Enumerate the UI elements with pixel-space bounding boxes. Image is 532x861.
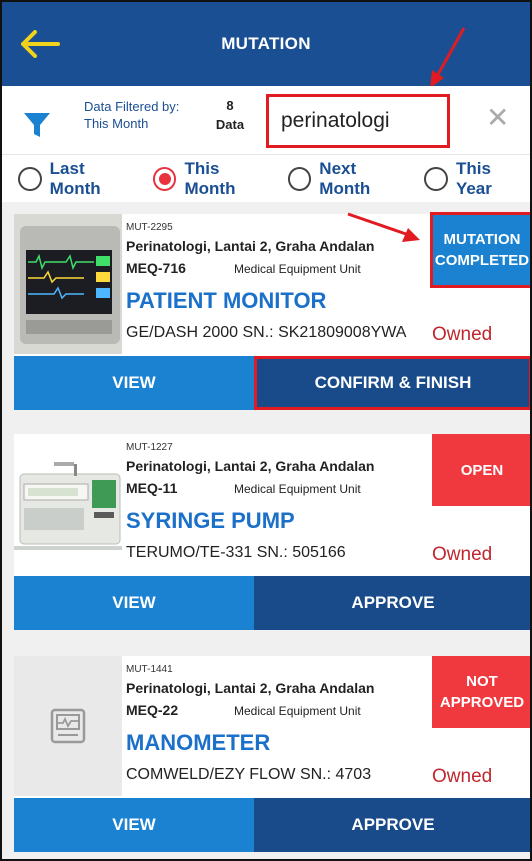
radio-circle-icon: [287, 166, 312, 191]
location-text: Perinatologi, Lantai 2, Graha Andalan: [126, 458, 375, 474]
unit-text: Medical Equipment Unit: [234, 704, 361, 718]
data-count-value: 8: [226, 98, 234, 113]
equipment-name: MANOMETER: [126, 730, 271, 755]
status-badge: NOT APPROVED: [432, 656, 530, 728]
app-header: MUTATION: [2, 2, 530, 88]
radio-circle-icon: [18, 166, 42, 191]
card-actions: VIEW APPROVE: [14, 576, 530, 630]
filter-bar: Data Filtered by: This Month 8 Data ✕: [2, 86, 530, 154]
approve-button[interactable]: APPROVE: [254, 798, 530, 852]
status-line1: MUTATION: [443, 231, 521, 248]
arrow-left-icon: [21, 30, 60, 58]
back-button[interactable]: [18, 24, 62, 64]
device-placeholder-icon: [50, 708, 86, 744]
model-serial-text: TERUMO/TE-331 SN.: 505166: [126, 544, 346, 561]
card-actions: VIEW CONFIRM & FINISH: [14, 356, 530, 410]
syringe-pump-image: [14, 434, 122, 574]
location-text: Perinatologi, Lantai 2, Graha Andalan: [126, 238, 375, 254]
status-badge: MUTATION COMPLETED: [430, 212, 530, 288]
approve-button[interactable]: APPROVE: [254, 576, 530, 630]
card-actions: VIEW APPROVE: [14, 798, 530, 852]
mutation-card[interactable]: MUT-2295 Perinatologi, Lantai 2, Graha A…: [14, 212, 530, 410]
close-icon[interactable]: ✕: [486, 102, 509, 134]
mutation-code: MUT-1441: [126, 664, 173, 675]
status-line2: COMPLETED: [434, 252, 530, 269]
data-count-label: Data: [215, 117, 245, 132]
model-serial-text: COMWELD/EZY FLOW SN.: 4703: [126, 766, 372, 783]
equipment-name: PATIENT MONITOR: [126, 288, 327, 313]
patient-monitor-image: [14, 214, 122, 354]
ownership-text: Owned: [432, 544, 493, 565]
radio-label: This Year: [455, 158, 492, 198]
search-field[interactable]: [266, 94, 450, 148]
radio-label: This Month: [184, 158, 236, 198]
radio-circle-icon: [424, 166, 448, 191]
device-photo: [14, 214, 122, 354]
radio-this-month[interactable]: This Month: [152, 158, 274, 199]
page-title: MUTATION: [221, 34, 311, 53]
status-line2: APPROVED: [439, 694, 525, 711]
equipment-name: SYRINGE PUMP: [126, 508, 295, 533]
equipment-code: MEQ-716: [126, 260, 186, 276]
search-input[interactable]: [281, 109, 447, 133]
confirm-finish-button[interactable]: CONFIRM & FINISH: [254, 356, 530, 410]
radio-this-year[interactable]: This Year: [424, 159, 530, 199]
funnel-icon[interactable]: [22, 110, 52, 140]
status-badge: OPEN: [432, 434, 530, 506]
mutation-card[interactable]: MUT-1227 Perinatologi, Lantai 2, Graha A…: [14, 434, 530, 630]
status-line1: NOT: [466, 673, 498, 690]
mutation-code: MUT-1227: [126, 442, 173, 453]
mutation-screen: MUTATION Data Filtered by: This Month 8 …: [0, 0, 532, 861]
equipment-code: MEQ-11: [126, 480, 178, 496]
view-button[interactable]: VIEW: [14, 798, 254, 852]
mutation-card[interactable]: MUT-1441 Perinatologi, Lantai 2, Graha A…: [14, 656, 530, 852]
ownership-text: Owned: [432, 324, 493, 345]
radio-last-month[interactable]: Last Month: [18, 159, 139, 199]
data-count: 8 Data: [202, 96, 258, 134]
model-serial-text: GE/DASH 2000 SN.: SK21809008YWA: [126, 324, 407, 341]
view-button[interactable]: VIEW: [14, 576, 254, 630]
unit-text: Medical Equipment Unit: [234, 482, 361, 496]
view-button[interactable]: VIEW: [14, 356, 254, 410]
unit-text: Medical Equipment Unit: [234, 262, 361, 276]
radio-label: Last Month: [49, 158, 101, 198]
period-selector: Last Month This Month Next Month This Ye…: [2, 154, 530, 202]
device-photo: [14, 656, 122, 796]
radio-label: Next Month: [319, 158, 371, 198]
mutation-code: MUT-2295: [126, 222, 173, 233]
equipment-code: MEQ-22: [126, 702, 179, 718]
location-text: Perinatologi, Lantai 2, Graha Andalan: [126, 680, 375, 696]
radio-next-month[interactable]: Next Month: [287, 158, 411, 199]
filter-label-line2: This Month: [84, 116, 149, 131]
ownership-text: Owned: [432, 766, 493, 787]
radio-selected-icon: [152, 166, 177, 191]
device-photo: [14, 434, 122, 574]
filter-label-line1: Data Filtered by:: [84, 99, 180, 114]
status-line1: OPEN: [460, 461, 504, 479]
filter-label: Data Filtered by: This Month: [84, 98, 214, 132]
